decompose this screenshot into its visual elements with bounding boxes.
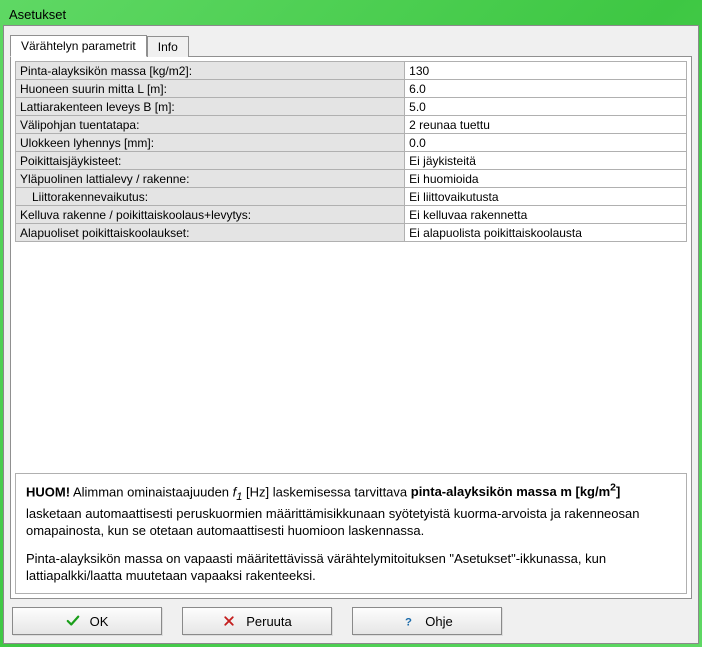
table-row: Alapuoliset poikittaiskoolaukset: Ei ala… <box>16 224 687 242</box>
prop-value[interactable]: Ei liittovaikutusta <box>405 188 687 206</box>
prop-label: Alapuoliset poikittaiskoolaukset: <box>16 224 405 242</box>
tab-parameters[interactable]: Värähtelyn parametrit <box>10 35 147 57</box>
prop-value[interactable]: Ei jäykisteitä <box>405 152 687 170</box>
ok-button[interactable]: OK <box>12 607 162 635</box>
prop-value[interactable]: 130 <box>405 62 687 80</box>
blank-area <box>15 242 687 469</box>
table-row: Poikittaisjäykisteet: Ei jäykisteitä <box>16 152 687 170</box>
note-paragraph-2: Pinta-alayksikön massa on vapaasti määri… <box>26 550 676 585</box>
button-bar: OK Peruuta ? Ohje <box>10 599 692 637</box>
properties-table: Pinta-alayksikön massa [kg/m2]: 130 Huon… <box>15 61 687 242</box>
table-row: Ulokkeen lyhennys [mm]: 0.0 <box>16 134 687 152</box>
table-row: Huoneen suurin mitta L [m]: 6.0 <box>16 80 687 98</box>
tab-label: Värähtelyn parametrit <box>21 39 136 53</box>
button-label: Ohje <box>425 614 452 629</box>
prop-label: Poikittaisjäykisteet: <box>16 152 405 170</box>
table-row: Liittorakennevaikutus: Ei liittovaikutus… <box>16 188 687 206</box>
help-button[interactable]: ? Ohje <box>352 607 502 635</box>
prop-value[interactable]: 0.0 <box>405 134 687 152</box>
prop-label: Lattiarakenteen leveys B [m]: <box>16 98 405 116</box>
table-row: Pinta-alayksikön massa [kg/m2]: 130 <box>16 62 687 80</box>
note-emphasis: HUOM! <box>26 484 70 499</box>
tab-strip: Värähtelyn parametrit Info <box>10 32 692 56</box>
window-titlebar: Asetukset <box>3 3 699 25</box>
prop-label: Välipohjan tuentatapa: <box>16 116 405 134</box>
prop-value[interactable]: Ei huomioida <box>405 170 687 188</box>
cancel-button[interactable]: Peruuta <box>182 607 332 635</box>
table-row: Yläpuolinen lattialevy / rakenne: Ei huo… <box>16 170 687 188</box>
prop-label: Pinta-alayksikön massa [kg/m2]: <box>16 62 405 80</box>
note-paragraph-1: HUOM! Alimman ominaistaajuuden f1 [Hz] l… <box>26 482 676 540</box>
prop-label: Liittorakennevaikutus: <box>16 188 405 206</box>
question-icon: ? <box>401 614 415 628</box>
check-icon <box>66 614 80 628</box>
button-label: Peruuta <box>246 614 292 629</box>
table-row: Lattiarakenteen leveys B [m]: 5.0 <box>16 98 687 116</box>
table-row: Välipohjan tuentatapa: 2 reunaa tuettu <box>16 116 687 134</box>
prop-label: Yläpuolinen lattialevy / rakenne: <box>16 170 405 188</box>
svg-text:?: ? <box>405 616 412 627</box>
prop-value[interactable]: 2 reunaa tuettu <box>405 116 687 134</box>
window-title: Asetukset <box>9 7 66 22</box>
note-box: HUOM! Alimman ominaistaajuuden f1 [Hz] l… <box>15 473 687 594</box>
prop-label: Ulokkeen lyhennys [mm]: <box>16 134 405 152</box>
prop-label: Huoneen suurin mitta L [m]: <box>16 80 405 98</box>
tab-label: Info <box>158 40 178 54</box>
button-label: OK <box>90 614 109 629</box>
prop-value[interactable]: Ei kelluvaa rakennetta <box>405 206 687 224</box>
tab-panel: Pinta-alayksikön massa [kg/m2]: 130 Huon… <box>10 56 692 599</box>
cross-icon <box>222 614 236 628</box>
prop-label: Kelluva rakenne / poikittaiskoolaus+levy… <box>16 206 405 224</box>
prop-value[interactable]: 6.0 <box>405 80 687 98</box>
table-row: Kelluva rakenne / poikittaiskoolaus+levy… <box>16 206 687 224</box>
dialog-window: Värähtelyn parametrit Info Pinta-alayksi… <box>3 25 699 644</box>
tab-info[interactable]: Info <box>147 36 189 57</box>
prop-value[interactable]: 5.0 <box>405 98 687 116</box>
prop-value[interactable]: Ei alapuolista poikittaiskoolausta <box>405 224 687 242</box>
